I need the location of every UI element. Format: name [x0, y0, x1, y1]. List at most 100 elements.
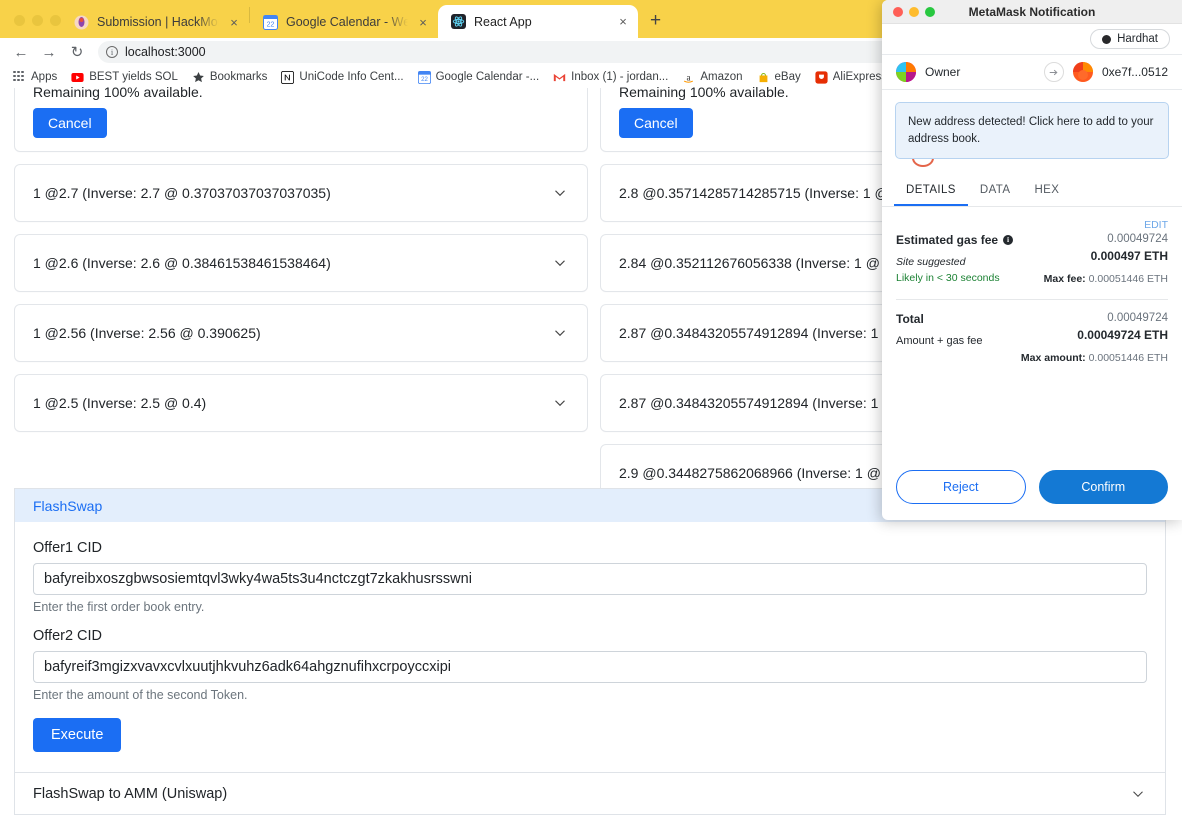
bookmark-unicode-info-center[interactable]: UniCode Info Cent... — [274, 70, 410, 84]
tab-hex[interactable]: HEX — [1022, 175, 1071, 206]
aliexpress-icon — [815, 70, 828, 84]
offer2-label: Offer2 CID — [33, 628, 103, 644]
site-suggested-label: Site suggested — [896, 256, 966, 269]
total-row: Total Amount + gas fee 0.00049724 0.0004… — [896, 312, 1168, 364]
bookmark-label: Amazon — [700, 71, 743, 83]
offer1-label: Offer1 CID — [33, 540, 103, 556]
tab-details[interactable]: DETAILS — [894, 175, 968, 207]
chevron-down-icon[interactable] — [551, 394, 569, 412]
orderbook-entry[interactable]: 1 @2.7 (Inverse: 2.7 @ 0.370370370370370… — [14, 164, 588, 222]
bookmark-label: UniCode Info Cent... — [299, 71, 404, 83]
gas-fee-fiat: 0.00049724 — [1107, 233, 1168, 246]
confirm-button[interactable]: Confirm — [1038, 470, 1168, 504]
close-tab-button[interactable]: × — [227, 16, 241, 29]
tab-title: Submission | HackMoney 2022 — [97, 15, 219, 29]
offer1-cid-input[interactable] — [33, 563, 1147, 595]
chevron-down-icon[interactable] — [551, 324, 569, 342]
bookmark-label: AliExpress — [832, 71, 888, 83]
bookmark-label: eBay — [774, 71, 801, 83]
svg-text:22: 22 — [267, 21, 275, 28]
url-text: localhost:3000 — [125, 45, 206, 59]
metamask-window-controls[interactable] — [882, 6, 935, 17]
orderbook-entry[interactable]: 1 @2.6 (Inverse: 2.6 @ 0.384615384615384… — [14, 234, 588, 292]
notion-icon — [281, 70, 295, 84]
flashswap-to-amm-section-header[interactable]: FlashSwap to AMM (Uniswap) — [14, 773, 1166, 815]
tab-react-app[interactable]: React App × — [438, 5, 638, 38]
bookmark-apps[interactable]: Apps — [6, 70, 64, 84]
orderbook-entry-text: 1 @2.56 (Inverse: 2.56 @ 0.390625) — [33, 325, 261, 341]
chevron-down-icon[interactable] — [551, 184, 569, 202]
gas-fee-left: Estimated gas fee i Site suggested Likel… — [896, 233, 1014, 284]
bookmark-bookmarks[interactable]: Bookmarks — [185, 71, 275, 84]
to-account-avatar — [1072, 62, 1093, 82]
bookmark-google-calendar[interactable]: 22 Google Calendar -... — [411, 70, 547, 84]
ebay-icon — [757, 71, 770, 84]
metamask-network-row: Hardhat — [882, 24, 1182, 54]
bookmark-amazon[interactable]: a Amazon — [675, 71, 749, 84]
tab-data[interactable]: DATA — [968, 175, 1023, 206]
gas-fee-right: 0.00049724 0.000497 ETH Max fee: 0.00051… — [1044, 233, 1168, 285]
estimated-gas-fee-row: Estimated gas fee i Site suggested Likel… — [896, 233, 1168, 285]
close-window-button[interactable] — [14, 15, 25, 26]
close-window-button[interactable] — [893, 6, 903, 17]
forward-button[interactable]: → — [36, 39, 62, 65]
network-selector[interactable]: Hardhat — [1090, 29, 1170, 49]
maximize-window-button[interactable] — [50, 15, 61, 26]
to-account-group: 0xe7f...0512 — [1043, 62, 1168, 82]
reload-button[interactable]: ↻ — [64, 39, 90, 65]
bookmark-label: Bookmarks — [209, 71, 268, 83]
max-amount-label: Max amount: — [1020, 352, 1086, 365]
to-account-address: 0xe7f...0512 — [1101, 65, 1168, 79]
network-status-dot-icon — [1102, 34, 1112, 44]
apps-grid-icon — [13, 70, 26, 84]
tab-title: Google Calendar - Week of Ma — [286, 15, 408, 29]
back-button[interactable]: ← — [8, 39, 34, 65]
gas-fee-title-group: Estimated gas fee i — [896, 233, 1014, 247]
new-tab-button[interactable]: + — [638, 11, 671, 38]
partial-token-icon — [912, 159, 934, 168]
bookmark-inbox-gmail[interactable]: Inbox (1) - jordan... — [546, 71, 675, 84]
tab-title: React App — [474, 14, 532, 29]
network-name: Hardhat — [1117, 33, 1158, 45]
metamask-details-body: EDIT Estimated gas fee i Site suggested … — [882, 207, 1182, 458]
section-divider — [896, 299, 1168, 301]
total-left: Total Amount + gas fee — [896, 312, 983, 347]
bookmark-label: Google Calendar -... — [435, 71, 540, 83]
from-account-name: Owner — [925, 65, 961, 79]
chevron-down-icon[interactable] — [1129, 785, 1147, 803]
from-account-avatar — [896, 62, 916, 82]
edit-gas-button[interactable]: EDIT — [896, 213, 1168, 233]
reject-button[interactable]: Reject — [896, 470, 1026, 504]
cancel-button[interactable]: Cancel — [619, 108, 693, 138]
minimize-window-button[interactable] — [909, 6, 919, 17]
total-right: 0.00049724 0.00049724 ETH Max amount: 0.… — [1021, 312, 1168, 364]
tab-hackmoney[interactable]: Submission | HackMoney 2022 × — [61, 6, 249, 38]
svg-text:a: a — [687, 72, 691, 82]
bookmark-label: BEST yields SOL — [89, 71, 178, 83]
close-tab-button[interactable]: × — [416, 16, 430, 29]
chevron-down-icon[interactable] — [551, 254, 569, 272]
max-fee-value: 0.00051446 ETH — [1088, 273, 1168, 286]
orderbook-entry[interactable]: 1 @2.5 (Inverse: 2.5 @ 0.4) — [14, 374, 588, 432]
info-circle-icon[interactable]: i — [106, 46, 118, 58]
metamask-accounts-row: Owner 0xe7f...0512 — [882, 54, 1182, 90]
offer2-cid-input[interactable] — [33, 651, 1147, 683]
window-controls[interactable] — [0, 15, 61, 38]
bookmark-best-yields-sol[interactable]: BEST yields SOL — [64, 71, 185, 84]
google-calendar-icon: 22 — [417, 70, 431, 84]
new-address-notice[interactable]: New address detected! Click here to add … — [895, 102, 1169, 160]
app-root: Submission | HackMoney 2022 × 22 Google … — [0, 0, 1182, 826]
minimize-window-button[interactable] — [32, 15, 43, 26]
close-tab-button[interactable]: × — [616, 15, 630, 28]
maximize-window-button[interactable] — [925, 6, 935, 17]
execute-button[interactable]: Execute — [33, 718, 122, 752]
total-fiat: 0.00049724 — [1107, 312, 1168, 325]
tab-google-calendar[interactable]: 22 Google Calendar - Week of Ma × — [250, 6, 438, 38]
bookmark-ebay[interactable]: eBay — [750, 71, 808, 84]
orderbook-entry[interactable]: 1 @2.56 (Inverse: 2.56 @ 0.390625) — [14, 304, 588, 362]
cancel-button[interactable]: Cancel — [33, 108, 107, 138]
amazon-icon: a — [682, 71, 695, 84]
info-icon[interactable]: i — [1003, 235, 1014, 246]
offer1-help-text: Enter the first order book entry. — [33, 600, 205, 614]
flashswap-form: Offer1 CID Enter the first order book en… — [14, 522, 1166, 773]
